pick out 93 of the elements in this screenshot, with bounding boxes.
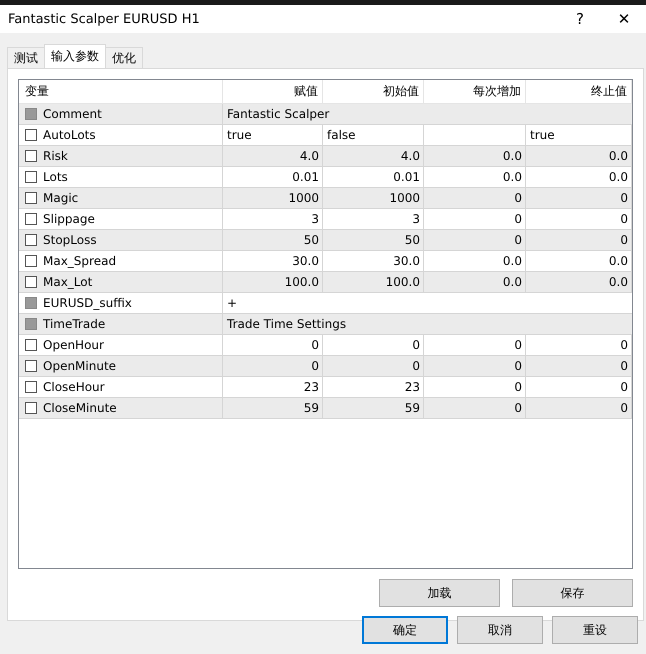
parameter-name: Comment <box>43 107 102 121</box>
column-header[interactable]: 每次增加 <box>424 80 526 103</box>
table-cell: 0 <box>424 188 526 208</box>
parameter-name: Risk <box>43 149 68 163</box>
table-cell: 0.0 <box>526 146 632 166</box>
table-cell: 3 <box>223 209 323 229</box>
checkbox[interactable] <box>25 381 37 393</box>
table-cell: 0 <box>526 209 632 229</box>
checkbox[interactable] <box>25 255 37 267</box>
checkbox[interactable] <box>25 171 37 183</box>
parameter-name: Lots <box>43 170 68 184</box>
table-cell: 0 <box>424 398 526 418</box>
parameter-name: Max_Lot <box>43 275 92 289</box>
checkbox[interactable] <box>25 129 37 141</box>
table-cell: 0 <box>424 335 526 355</box>
parameter-name: StopLoss <box>43 233 97 247</box>
column-header[interactable]: 变量 <box>19 80 223 103</box>
table-cell: 0.01 <box>323 167 424 187</box>
checkbox[interactable] <box>25 360 37 372</box>
table-cell-text: Trade Time Settings <box>226 316 348 333</box>
checkbox[interactable] <box>25 213 37 225</box>
table-cell: false <box>323 125 424 145</box>
parameter-name: TimeTrade <box>43 317 106 331</box>
table-cell: 100.0 <box>323 272 424 292</box>
parameter-name: AutoLots <box>43 128 96 142</box>
table-cell: 23 <box>323 377 424 397</box>
table-cell: 0 <box>526 188 632 208</box>
dialog-button[interactable]: 重设 <box>552 616 638 644</box>
table-cell: true <box>526 125 632 145</box>
tab[interactable]: 优化 <box>105 47 143 68</box>
column-header[interactable]: 赋值 <box>223 80 323 103</box>
panel-button[interactable]: 保存 <box>512 579 633 607</box>
table-cell: 0.0 <box>424 251 526 271</box>
table-cell: 0.0 <box>526 251 632 271</box>
table-cell: 30.0 <box>323 251 424 271</box>
parameter-name: Max_Spread <box>43 254 116 268</box>
checkbox[interactable] <box>25 402 37 414</box>
table-cell: 0 <box>526 356 632 376</box>
table-cell: 0.0 <box>424 167 526 187</box>
table-cell: 0 <box>323 356 424 376</box>
table-cell: 0 <box>223 335 323 355</box>
table-cell: 0 <box>424 356 526 376</box>
table-cell: 50 <box>323 230 424 250</box>
column-header[interactable]: 终止值 <box>526 80 632 103</box>
parameter-name: CloseMinute <box>43 401 117 415</box>
panel-button[interactable]: 加载 <box>379 579 500 607</box>
table-cell: 59 <box>223 398 323 418</box>
table-cell: true <box>223 125 323 145</box>
table-cell: 50 <box>223 230 323 250</box>
table-cell: 0.01 <box>223 167 323 187</box>
column-header[interactable]: 初始值 <box>323 80 424 103</box>
table-cell: 0 <box>526 335 632 355</box>
checkbox[interactable] <box>25 192 37 204</box>
parameter-name: OpenHour <box>43 338 104 352</box>
table-cell: 100.0 <box>223 272 323 292</box>
table-cell: 0 <box>424 230 526 250</box>
table-cell-text: + <box>226 295 238 312</box>
parameter-name: OpenMinute <box>43 359 116 373</box>
table-cell: 0 <box>424 209 526 229</box>
checkbox[interactable] <box>25 339 37 351</box>
table-cell: 0.0 <box>526 167 632 187</box>
checkbox[interactable] <box>25 234 37 246</box>
table-cell: 0 <box>526 230 632 250</box>
table-cell-text: Fantastic Scalper <box>226 106 330 123</box>
table-cell: 0 <box>526 377 632 397</box>
table-cell: 4.0 <box>323 146 424 166</box>
table-cell: 23 <box>223 377 323 397</box>
help-button[interactable]: ? <box>558 5 602 33</box>
checkbox[interactable] <box>25 150 37 162</box>
table-cell: 1000 <box>223 188 323 208</box>
parameter-name: EURUSD_suffix <box>43 296 132 310</box>
table-cell: 0 <box>223 356 323 376</box>
close-button[interactable]: ✕ <box>602 5 646 33</box>
table-cell: 0 <box>424 377 526 397</box>
table-cell: 0 <box>526 398 632 418</box>
parameter-name: CloseHour <box>43 380 105 394</box>
table-cell: 1000 <box>323 188 424 208</box>
dialog-button[interactable]: 确定 <box>362 616 448 644</box>
table-cell: 0.0 <box>424 272 526 292</box>
table-cell: 0.0 <box>424 146 526 166</box>
table-cell: 0.0 <box>526 272 632 292</box>
tab[interactable]: 输入参数 <box>44 44 106 68</box>
parameter-name: Magic <box>43 191 78 205</box>
table-cell: 0 <box>323 335 424 355</box>
table-cell: 59 <box>323 398 424 418</box>
table-cell: 30.0 <box>223 251 323 271</box>
tab[interactable]: 测试 <box>7 47 45 68</box>
parameter-name: Slippage <box>43 212 95 226</box>
table-cell: 4.0 <box>223 146 323 166</box>
table-cell: 3 <box>323 209 424 229</box>
dialog-button[interactable]: 取消 <box>457 616 543 644</box>
checkbox[interactable] <box>25 276 37 288</box>
window-title: Fantastic Scalper EURUSD H1 <box>8 12 201 26</box>
